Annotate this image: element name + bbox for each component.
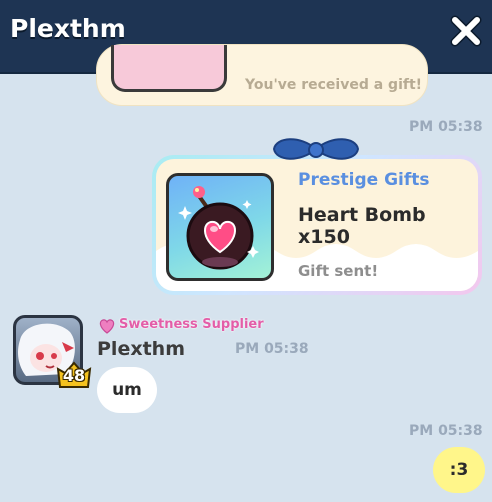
level-number: 48 [62,366,86,385]
chat-title: Plexthm [10,14,126,43]
received-gift-text: You've received a gift! [245,77,423,93]
sender-title: Sweetness Supplier [119,317,264,332]
incoming-timestamp: PM 05:38 [235,341,309,357]
gift-card-body: Prestige Gifts Heart Bomb x150 Gift sent… [156,159,478,291]
bow-icon [272,138,360,160]
gift-status-text: Gift sent! [298,262,379,280]
incoming-message-bubble[interactable]: um [97,367,157,413]
outgoing-timestamp: PM 05:38 [409,423,483,439]
gift-card[interactable]: Prestige Gifts Heart Bomb x150 Gift sent… [152,155,482,295]
gift-thumbnail [111,45,227,92]
chat-area[interactable]: You've received a gift! PM 05:38 Prestig… [0,44,492,502]
incoming-message-text: um [112,380,142,400]
gift-item-name: Heart Bomb x150 [298,204,426,248]
gift-category-label: Prestige Gifts [298,170,430,190]
received-gift-bubble[interactable]: You've received a gift! [96,44,428,106]
gift-timestamp: PM 05:38 [409,119,483,135]
heart-icon [99,319,115,334]
gift-item-frame [166,173,274,281]
outgoing-message-bubble[interactable]: :3 [433,447,485,493]
heart-bomb-icon [178,186,259,270]
sender-name[interactable]: Plexthm [97,338,185,360]
close-icon[interactable] [449,14,483,48]
outgoing-message-text: :3 [449,460,469,480]
